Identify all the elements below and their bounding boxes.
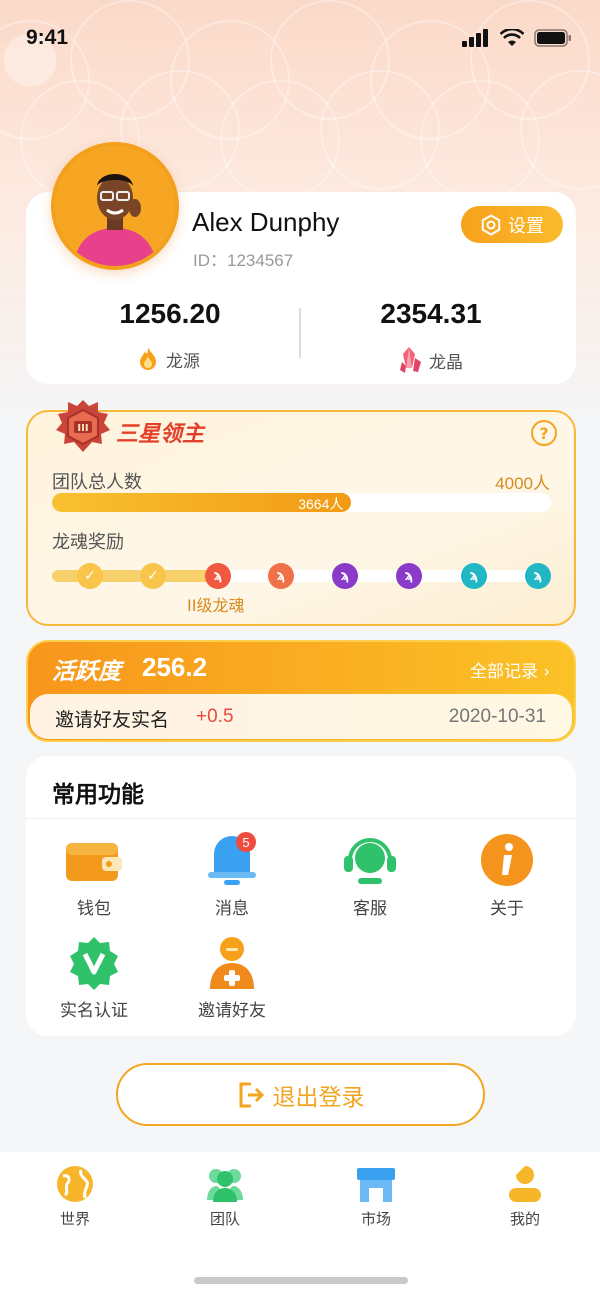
func-about[interactable]: 关于: [447, 830, 567, 919]
longjing-label: 龙晶: [429, 352, 463, 373]
verified-icon: [64, 932, 124, 992]
activity-title: 活跃度: [52, 659, 121, 685]
longjing-value: 2354.31: [380, 298, 482, 329]
logout-label: 退出登录: [272, 1084, 365, 1111]
settings-button[interactable]: 设置: [461, 206, 563, 243]
func-about-label: 关于: [490, 899, 524, 919]
longjing-label-group: 龙晶: [399, 346, 463, 374]
soul-node-3-flame-icon[interactable]: ϡ: [205, 563, 231, 589]
battery-icon: [534, 29, 571, 47]
home-indicator: [194, 1277, 408, 1284]
flame-icon: [140, 347, 156, 370]
activity-record-date: 2020-10-31: [448, 706, 546, 727]
longyuan-value: 1256.20: [119, 298, 221, 329]
soul-node-4-flame-icon[interactable]: ϡ: [268, 563, 294, 589]
func-verify-label: 实名认证: [60, 1001, 128, 1021]
team-progress-bar: 3664人: [52, 493, 551, 512]
func-service[interactable]: 客服: [310, 830, 430, 919]
message-badge: 5: [236, 832, 256, 852]
tab-world-label: 世界: [59, 1210, 90, 1228]
soul-node-6-flame-icon[interactable]: ϡ: [396, 563, 422, 589]
all-records-label: 全部记录: [470, 662, 538, 682]
globe-icon: [57, 1166, 93, 1202]
func-wallet[interactable]: 钱包: [34, 830, 154, 919]
func-invite[interactable]: 邀请好友: [172, 932, 292, 1021]
activity-record-desc: 邀请好友实名: [55, 709, 170, 731]
team-progress-fill: 3664人: [52, 493, 352, 512]
soul-node-8-flame-icon[interactable]: ϡ: [525, 563, 551, 589]
tab-me[interactable]: 我的: [475, 1164, 575, 1229]
tab-team-label: 团队: [209, 1210, 240, 1228]
status-bar: 9:41: [0, 0, 600, 76]
team-current-value: 3664人: [298, 496, 344, 512]
rank-badge-icon: III: [56, 400, 110, 452]
logout-button[interactable]: 退出登录: [116, 1063, 485, 1126]
longyuan-label: 龙源: [166, 351, 200, 372]
wifi-icon: [500, 29, 524, 46]
avatar-image: [55, 146, 175, 266]
func-verify[interactable]: 实名认证: [34, 932, 154, 1021]
hexagon-gear-icon: [481, 213, 501, 236]
signal-icon: [462, 29, 488, 47]
func-invite-label: 邀请好友: [198, 1001, 266, 1021]
crystal-icon: [400, 347, 421, 373]
user-name: Alex Dunphy: [192, 207, 340, 237]
user-id: ID：1234567: [193, 251, 294, 270]
headset-icon: [340, 830, 400, 890]
rank-title: 三星领主: [116, 422, 205, 447]
func-wallet-label: 钱包: [77, 899, 111, 919]
add-user-icon: [202, 932, 262, 992]
market-icon: [357, 1168, 395, 1202]
soul-reward-label: 龙魂奖励: [52, 532, 124, 553]
functions-divider: [26, 818, 576, 819]
logout-icon: [239, 1082, 264, 1107]
team-icon: [207, 1169, 243, 1202]
soul-node-2-check-icon: ✓: [140, 563, 166, 589]
tab-world[interactable]: 世界: [25, 1164, 125, 1229]
longyuan-label-group: 龙源: [136, 346, 200, 372]
team-total-label: 团队总人数: [52, 472, 142, 493]
activity-value: 256.2: [142, 652, 208, 682]
all-records-link[interactable]: 全部记录 ›: [470, 657, 550, 682]
func-message[interactable]: 5 消息: [172, 830, 292, 919]
func-message-label: 消息: [215, 899, 249, 919]
info-icon: [477, 830, 537, 890]
avatar[interactable]: [51, 142, 179, 270]
status-time: 9:41: [26, 26, 69, 49]
bell-icon: 5: [202, 830, 262, 890]
wallet-icon: [64, 830, 124, 890]
activity-record-delta: +0.5: [196, 706, 234, 727]
func-service-label: 客服: [353, 899, 387, 919]
soul-node-1-check-icon: ✓: [77, 563, 103, 589]
stat-divider: [299, 308, 301, 358]
status-icons: [462, 29, 572, 47]
rank-badge-numeral: III: [77, 423, 88, 434]
tab-market-label: 市场: [360, 1210, 391, 1228]
tab-market[interactable]: 市场: [326, 1164, 426, 1229]
tab-me-label: 我的: [509, 1210, 540, 1228]
tab-team[interactable]: 团队: [175, 1164, 275, 1229]
help-icon[interactable]: ?: [531, 420, 557, 446]
chevron-right-icon: ›: [538, 662, 551, 682]
functions-title: 常用功能: [52, 782, 144, 808]
settings-label: 设置: [508, 215, 544, 237]
team-max-value: 4000人: [495, 474, 550, 493]
soul-node-7-flame-icon[interactable]: ϡ: [461, 563, 487, 589]
soul-level-caption: II级龙魂: [187, 596, 245, 615]
me-icon: [509, 1166, 541, 1202]
soul-node-5-flame-icon[interactable]: ϡ: [332, 563, 358, 589]
